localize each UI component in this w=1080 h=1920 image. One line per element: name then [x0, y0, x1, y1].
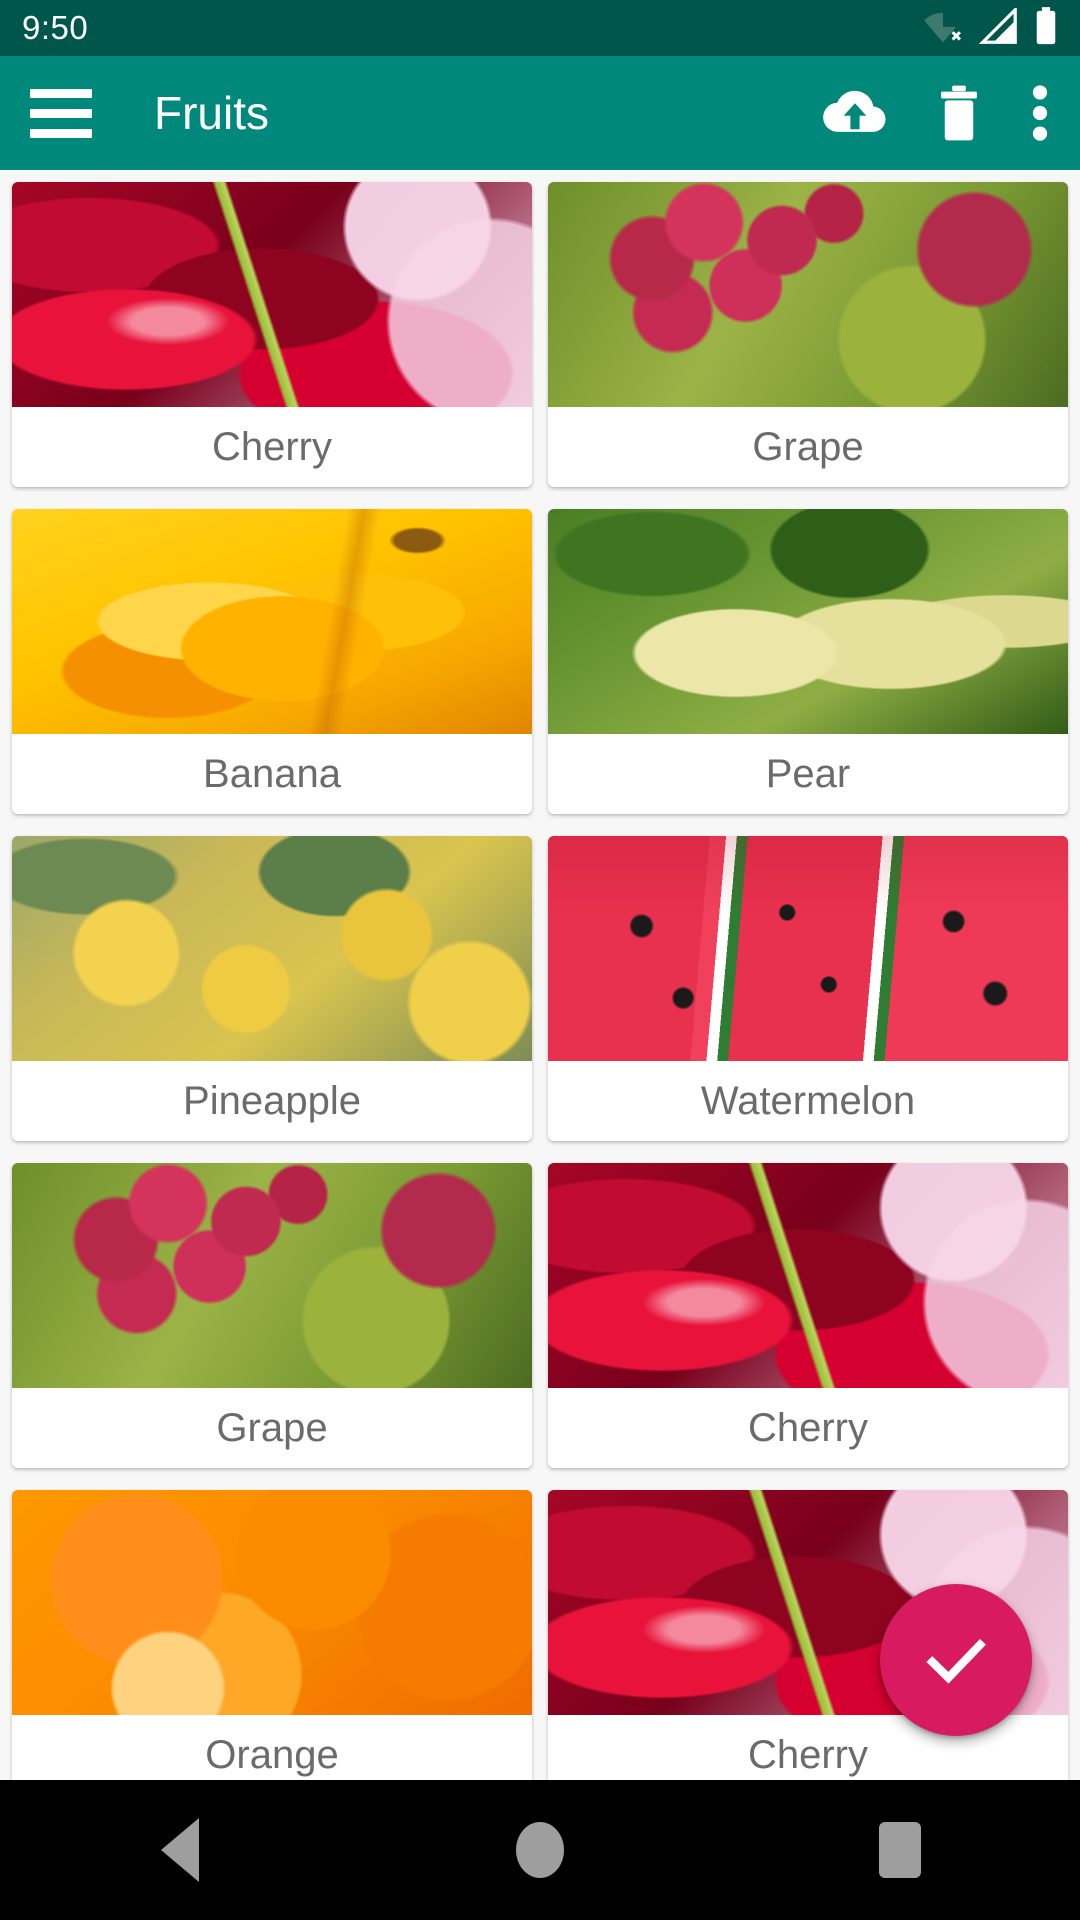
recents-square-icon — [879, 1822, 921, 1878]
fruit-label: Banana — [12, 734, 532, 814]
fruit-label: Cherry — [548, 1388, 1068, 1468]
fruit-label: Watermelon — [548, 1061, 1068, 1141]
fruit-card[interactable]: Grape — [548, 182, 1068, 487]
status-bar: 9:50 — [0, 0, 1080, 56]
fruit-photo — [12, 1490, 532, 1715]
fruit-card[interactable]: Pineapple — [12, 836, 532, 1141]
fruit-image — [548, 1163, 1068, 1388]
fruit-image — [548, 182, 1068, 407]
fruit-label: Pineapple — [12, 1061, 532, 1141]
fruit-image — [12, 182, 532, 407]
fruit-label: Pear — [548, 734, 1068, 814]
cloud-upload-icon[interactable] — [822, 86, 888, 140]
app-bar: Fruits — [0, 56, 1080, 170]
fruit-photo — [12, 1163, 532, 1388]
back-triangle-icon — [161, 1818, 199, 1882]
fruit-photo — [548, 836, 1068, 1061]
status-clock: 9:50 — [22, 9, 89, 46]
fruit-card[interactable]: Cherry — [548, 1163, 1068, 1468]
cellular-signal-icon — [978, 5, 1019, 49]
hamburger-menu-icon[interactable] — [30, 88, 92, 138]
hamburger-line — [30, 108, 92, 118]
page-title: Fruits — [154, 87, 269, 139]
fruit-photo — [548, 182, 1068, 407]
fruit-label: Grape — [548, 407, 1068, 487]
fruit-photo — [12, 509, 532, 734]
fruit-card[interactable]: Banana — [12, 509, 532, 814]
fruit-grid: Cherry Grape Banana Pear Pineapple Watermelon… — [0, 170, 1080, 1780]
fruit-photo — [12, 836, 532, 1061]
fruit-image — [12, 1163, 532, 1388]
nav-home-button[interactable] — [455, 1780, 625, 1920]
fruit-photo — [548, 1163, 1068, 1388]
delete-icon[interactable] — [936, 84, 982, 142]
nav-back-button[interactable] — [95, 1780, 265, 1920]
fruit-card[interactable]: Watermelon — [548, 836, 1068, 1141]
fruit-label: Orange — [12, 1715, 532, 1780]
hamburger-line — [30, 128, 92, 138]
android-nav-bar — [0, 1780, 1080, 1920]
fruit-photo — [548, 509, 1068, 734]
fruit-photo — [12, 182, 532, 407]
fruit-grid-scroll[interactable]: Cherry Grape Banana Pear Pineapple Watermelon… — [0, 170, 1080, 1780]
fruit-card[interactable]: Grape — [12, 1163, 532, 1468]
app-bar-actions — [822, 84, 1050, 142]
wifi-off-icon — [922, 8, 964, 49]
fruit-image — [548, 836, 1068, 1061]
fruit-card[interactable]: Pear — [548, 509, 1068, 814]
hamburger-line — [30, 88, 92, 98]
nav-recents-button[interactable] — [815, 1780, 985, 1920]
confirm-fab[interactable] — [880, 1584, 1032, 1736]
home-circle-icon — [516, 1822, 564, 1878]
fruit-image — [12, 1490, 532, 1715]
fruit-image — [12, 509, 532, 734]
app-root: 9:50 Fruits Cherry Grape Banana Pear Pin… — [0, 0, 1080, 1920]
fruit-card[interactable]: Orange — [12, 1490, 532, 1780]
check-icon — [926, 1638, 986, 1684]
overflow-menu-icon[interactable] — [1030, 84, 1050, 142]
status-icon-tray — [922, 5, 1058, 50]
fruit-label: Cherry — [12, 407, 532, 487]
fruit-card[interactable]: Cherry — [12, 182, 532, 487]
fruit-image — [548, 509, 1068, 734]
fruit-label: Grape — [12, 1388, 532, 1468]
fruit-image — [12, 836, 532, 1061]
battery-icon — [1034, 6, 1058, 50]
